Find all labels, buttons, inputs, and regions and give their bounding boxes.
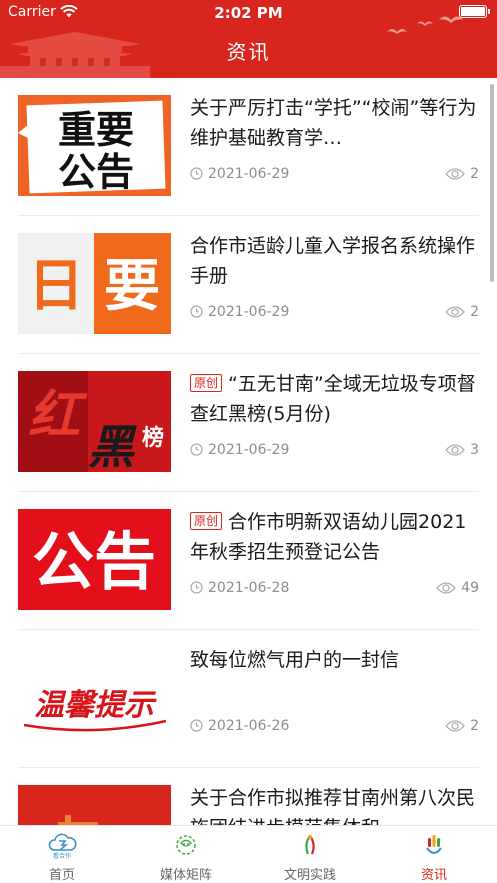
thumb-text: 公告	[32, 525, 156, 598]
thumb-text: 要	[104, 254, 160, 319]
news-item[interactable]: 红 黑 榜 原创 “五无甘南”全域无垃圾专项督查红黑榜(5月份) 2021-06-…	[18, 354, 479, 492]
news-thumbnail	[18, 785, 171, 825]
thumb-text: 红	[28, 385, 88, 446]
news-views: 2	[445, 164, 479, 184]
scrollbar[interactable]	[490, 84, 494, 282]
news-meta: 2021-06-29 3	[190, 440, 479, 460]
news-title-text: 合作市适龄儿童入学报名系统操作手册	[190, 235, 476, 287]
news-thumbnail: 公告	[18, 509, 171, 610]
app-header: Carrier 2:02 PM 资讯	[0, 0, 497, 78]
news-title[interactable]: 合作市适龄儿童入学报名系统操作手册	[190, 231, 479, 291]
tab-label: 首页	[48, 868, 75, 883]
thumb-text: 公告	[58, 150, 134, 194]
eye-icon	[445, 168, 465, 180]
news-title[interactable]: 原创 “五无甘南”全域无垃圾专项督查红黑榜(5月份)	[190, 369, 479, 429]
news-title[interactable]: 致每位燃气用户的一封信	[190, 645, 479, 675]
news-date: 2021-06-29	[190, 302, 289, 322]
news-title[interactable]: 关于合作市拟推荐甘南州第八次民族团结进步模范集体和	[190, 783, 479, 825]
news-views: 3	[445, 440, 479, 460]
news-date-text: 2021-06-26	[208, 718, 290, 734]
news-meta: 2021-06-29 2	[190, 164, 479, 184]
thumb-text: 重要	[58, 108, 134, 152]
tab-civilization-practice[interactable]: 文明实践	[248, 826, 372, 883]
home-logo-text: 看合作	[53, 852, 71, 860]
news-date: 2021-06-26	[190, 716, 289, 736]
news-thumbnail: 重要 公告	[18, 95, 171, 196]
news-meta: 2021-06-29 2	[190, 302, 479, 322]
thumb-text: 日	[28, 254, 84, 319]
news-views-count: 3	[470, 442, 479, 458]
tab-label: 文明实践	[283, 868, 336, 883]
tab-home[interactable]: 看合作 首页	[0, 826, 124, 883]
thumb-text: 黑	[88, 420, 137, 472]
civilization-practice-icon	[305, 835, 315, 855]
news-meta: 2021-06-28 49	[190, 578, 479, 598]
news-item[interactable]: 公告 原创 合作市明新双语幼儿园2021年秋季招生预登记公告 2021-06-28…	[18, 492, 479, 630]
clock-icon	[190, 305, 203, 318]
tab-media-matrix[interactable]: 媒体矩阵	[124, 826, 248, 883]
news-icon	[426, 835, 442, 854]
media-matrix-icon	[176, 835, 196, 855]
eye-icon	[436, 582, 456, 594]
eye-icon	[445, 306, 465, 318]
clock-icon	[190, 443, 203, 456]
news-views-count: 2	[470, 166, 479, 182]
thumb-text: 榜	[142, 425, 164, 451]
news-item[interactable]: 重要 公告 关于严厉打击“学托”“校闹”等行为 维护基础教育学… 2021-06…	[18, 78, 479, 216]
thumb-text: 温馨提示	[34, 688, 157, 723]
news-title-text: 关于严厉打击“学托”“校闹”等行为 维护基础教育学…	[190, 97, 477, 149]
news-item[interactable]: 日 要 合作市适龄儿童入学报名系统操作手册 2021-06-29 2	[18, 216, 479, 354]
tab-label: 资讯	[420, 868, 447, 883]
news-date-text: 2021-06-29	[208, 304, 290, 320]
news-thumbnail: 红 黑 榜	[18, 371, 171, 472]
original-badge: 原创	[190, 512, 223, 530]
home-cloud-icon: 看合作	[48, 833, 77, 860]
news-views-count: 2	[470, 304, 479, 320]
news-views-count: 49	[461, 580, 479, 596]
news-date-text: 2021-06-28	[208, 580, 290, 596]
news-thumbnail: 温馨提示	[18, 647, 171, 748]
clock-icon	[190, 719, 203, 732]
clock-icon	[190, 167, 203, 180]
news-date: 2021-06-29	[190, 164, 289, 184]
news-item[interactable]: 关于合作市拟推荐甘南州第八次民族团结进步模范集体和	[18, 768, 479, 825]
news-meta: 2021-06-26 2	[190, 716, 479, 736]
news-views: 49	[436, 578, 479, 598]
eye-icon	[445, 444, 465, 456]
news-date: 2021-06-28	[190, 578, 289, 598]
news-views: 2	[445, 302, 479, 322]
news-item[interactable]: 温馨提示 致每位燃气用户的一封信 2021-06-26 2	[18, 630, 479, 768]
news-views-count: 2	[470, 718, 479, 734]
news-title[interactable]: 关于严厉打击“学托”“校闹”等行为 维护基础教育学…	[190, 93, 479, 153]
news-list[interactable]: 重要 公告 关于严厉打击“学托”“校闹”等行为 维护基础教育学… 2021-06…	[0, 78, 497, 825]
tab-news[interactable]: 资讯	[372, 826, 496, 883]
page-title: 资讯	[226, 40, 271, 64]
news-date: 2021-06-29	[190, 440, 289, 460]
news-date-text: 2021-06-29	[208, 166, 290, 182]
eye-icon	[445, 720, 465, 732]
original-badge: 原创	[190, 374, 223, 392]
clock-icon	[190, 581, 203, 594]
news-title-text: “五无甘南”全域无垃圾专项督查红黑榜(5月份)	[190, 373, 476, 425]
news-title-text: 关于合作市拟推荐甘南州第八次民族团结进步模范集体和	[190, 787, 476, 825]
news-views: 2	[445, 716, 479, 736]
news-title[interactable]: 原创 合作市明新双语幼儿园2021年秋季招生预登记公告	[190, 507, 479, 567]
news-date-text: 2021-06-29	[208, 442, 290, 458]
news-thumbnail: 日 要	[18, 233, 171, 334]
tab-label: 媒体矩阵	[159, 868, 212, 883]
bottom-tab-bar: 看合作 首页 媒体矩阵 文明实践 资讯	[0, 825, 497, 883]
news-title-text: 致每位燃气用户的一封信	[190, 649, 400, 671]
news-title-text: 合作市明新双语幼儿园2021年秋季招生预登记公告	[190, 511, 467, 563]
